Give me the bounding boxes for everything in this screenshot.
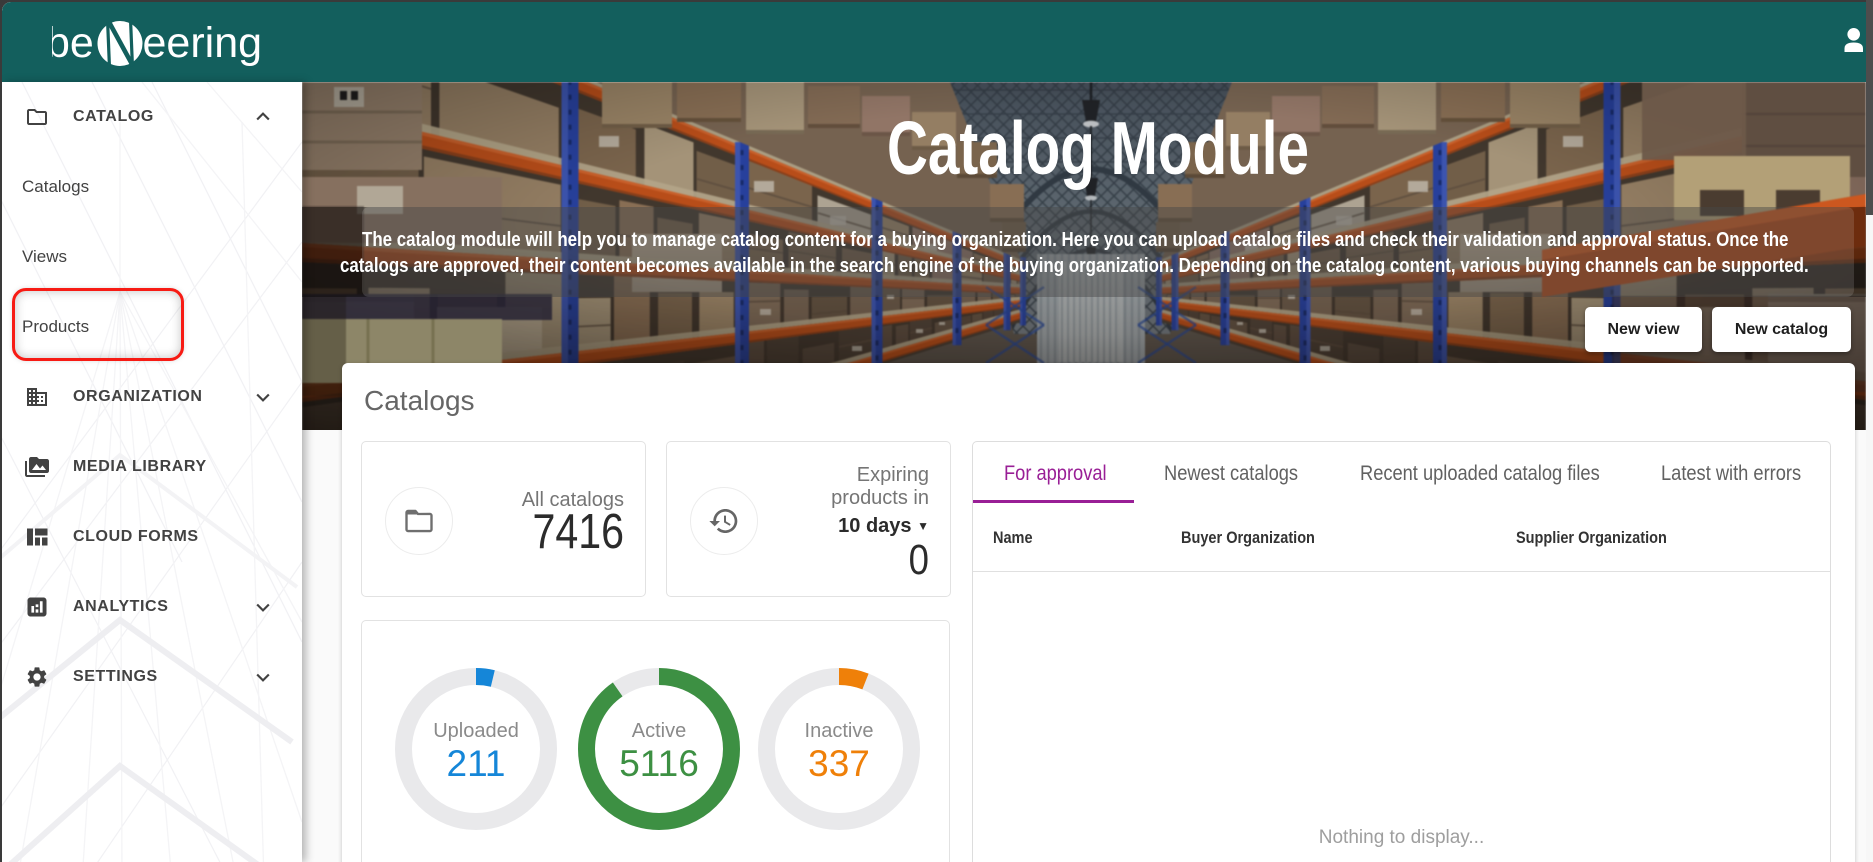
svg-text:be: be — [52, 19, 94, 67]
svg-text:eering: eering — [143, 19, 263, 67]
